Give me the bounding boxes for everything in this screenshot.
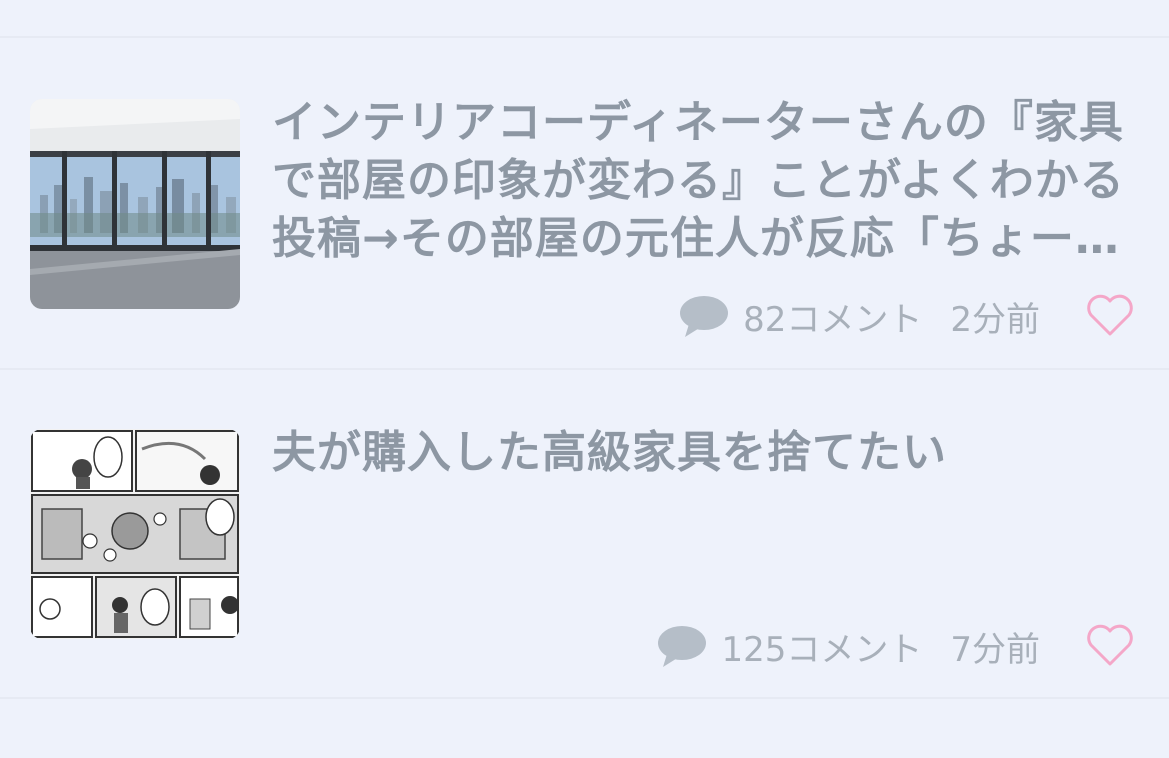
speech-bubble-icon — [680, 296, 729, 337]
empty-room-city-view-image — [30, 99, 240, 309]
article-title[interactable]: 夫が購入した高級家具を捨てたい — [272, 424, 1132, 482]
article-feed: インテリアコーディネーターさんの『家具で部屋の印象が変わる』ことがよくわかる投稿… — [0, 0, 1169, 758]
comment-count[interactable]: 125コメント — [657, 622, 922, 671]
article-item[interactable]: 夫が購入した高級家具を捨てたい 125コメント 7分前 — [0, 370, 1169, 680]
previous-article-stub — [0, 0, 1169, 38]
heart-outline-icon[interactable] — [1086, 623, 1134, 667]
comment-count-label: 125コメント — [721, 629, 923, 670]
comment-count-label: 82コメント — [743, 299, 923, 340]
heart-outline-icon[interactable] — [1086, 293, 1134, 337]
posted-time: 2分前 — [950, 299, 1040, 340]
divider — [0, 697, 1169, 699]
manga-panel-image — [30, 429, 240, 639]
article-thumbnail[interactable] — [30, 99, 240, 309]
article-meta: 125コメント 7分前 — [657, 621, 1040, 671]
speech-bubble-icon — [658, 626, 707, 667]
comment-count[interactable]: 82コメント — [679, 292, 922, 341]
article-meta: 82コメント 2分前 — [679, 291, 1040, 341]
article-thumbnail[interactable] — [30, 429, 240, 639]
speech-bubble-icon — [688, 0, 710, 4]
article-title[interactable]: インテリアコーディネーターさんの『家具で部屋の印象が変わる』ことがよくわかる投稿… — [272, 94, 1132, 268]
heart-outline-icon[interactable] — [1092, 0, 1126, 6]
article-item[interactable]: インテリアコーディネーターさんの『家具で部屋の印象が変わる』ことがよくわかる投稿… — [0, 38, 1169, 348]
posted-time: 7分前 — [950, 629, 1040, 670]
